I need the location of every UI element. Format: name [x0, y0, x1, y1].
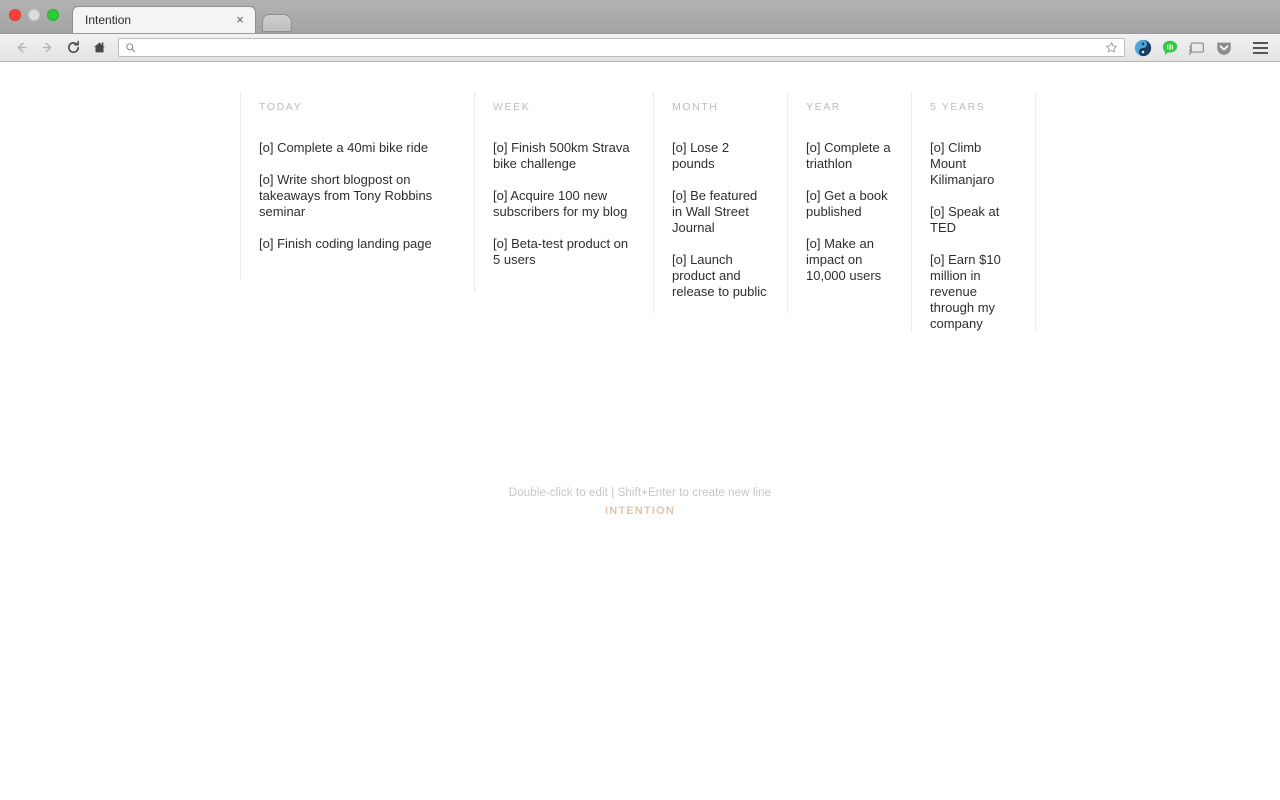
window-traffic-lights — [9, 9, 59, 21]
browser-window: Intention × TODAY [o] Complete a 40mi bi… — [0, 0, 1280, 800]
address-bar[interactable] — [118, 38, 1125, 57]
back-button[interactable] — [8, 36, 34, 60]
cast-icon[interactable] — [1187, 38, 1206, 57]
column-list-week: [o] Finish 500km Strava bike challenge [… — [493, 140, 635, 268]
column-list-year: [o] Complete a triathlon [o] Get a book … — [806, 140, 893, 284]
close-window-button[interactable] — [9, 9, 21, 21]
column-year: YEAR [o] Complete a triathlon [o] Get a … — [787, 92, 911, 314]
column-header-week: WEEK — [493, 101, 531, 113]
column-header-today: TODAY — [259, 101, 303, 113]
editing-hint: Double-click to edit | Shift+Enter to cr… — [508, 487, 772, 499]
column-today: TODAY [o] Complete a 40mi bike ride [o] … — [240, 92, 474, 280]
browser-menu-icon[interactable] — [1250, 41, 1270, 54]
list-item[interactable]: [o] Climb Mount Kilimanjaro — [930, 140, 1017, 188]
list-item[interactable]: [o] Get a book published — [806, 188, 893, 220]
bookmark-star-icon[interactable] — [1102, 41, 1120, 54]
list-item[interactable]: [o] Complete a 40mi bike ride — [259, 140, 456, 156]
yin-yang-extension-icon[interactable] — [1133, 38, 1152, 57]
list-item[interactable]: [o] Make an impact on 10,000 users — [806, 236, 893, 284]
zoom-window-button[interactable] — [47, 9, 59, 21]
reload-button[interactable] — [60, 36, 86, 60]
column-list-today: [o] Complete a 40mi bike ride [o] Write … — [259, 140, 456, 252]
list-item[interactable]: [o] Earn $10 million in revenue through … — [930, 252, 1017, 332]
list-item[interactable]: [o] Speak at TED — [930, 204, 1017, 236]
chat-bubble-extension-icon[interactable] — [1160, 38, 1179, 57]
column-header-year: YEAR — [806, 101, 841, 113]
browser-toolbar — [0, 34, 1280, 62]
list-item[interactable]: [o] Complete a triathlon — [806, 140, 893, 172]
list-item[interactable]: [o] Acquire 100 new subscribers for my b… — [493, 188, 635, 220]
column-list-five-years: [o] Climb Mount Kilimanjaro [o] Speak at… — [930, 140, 1017, 332]
column-five-years: 5 YEARS [o] Climb Mount Kilimanjaro [o] … — [911, 92, 1036, 332]
column-header-month: MONTH — [672, 101, 719, 113]
list-item[interactable]: [o] Finish coding landing page — [259, 236, 456, 252]
browser-tab[interactable]: Intention × — [72, 6, 256, 33]
minimize-window-button[interactable] — [28, 9, 40, 21]
tab-strip: Intention × — [0, 0, 1280, 34]
tab-close-icon[interactable]: × — [233, 13, 247, 27]
column-header-five-years: 5 YEARS — [930, 101, 986, 113]
pocket-icon[interactable] — [1214, 38, 1233, 57]
search-icon — [123, 42, 137, 53]
list-item[interactable]: [o] Beta-test product on 5 users — [493, 236, 635, 268]
list-item[interactable]: [o] Launch product and release to public — [672, 252, 769, 300]
page-footer: Double-click to edit | Shift+Enter to cr… — [0, 487, 1280, 517]
column-month: MONTH [o] Lose 2 pounds [o] Be featured … — [653, 92, 787, 314]
tab-title: Intention — [85, 13, 132, 27]
forward-button[interactable] — [34, 36, 60, 60]
new-tab-button[interactable] — [261, 14, 293, 32]
list-item[interactable]: [o] Lose 2 pounds — [672, 140, 769, 172]
column-list-month: [o] Lose 2 pounds [o] Be featured in Wal… — [672, 140, 769, 300]
app-brand-name: INTENTION — [604, 505, 676, 517]
list-item[interactable]: [o] Finish 500km Strava bike challenge — [493, 140, 635, 172]
column-week: WEEK [o] Finish 500km Strava bike challe… — [474, 92, 653, 292]
page-content: TODAY [o] Complete a 40mi bike ride [o] … — [0, 62, 1280, 800]
list-item[interactable]: [o] Be featured in Wall Street Journal — [672, 188, 769, 236]
extension-icons — [1133, 38, 1272, 57]
intention-board: TODAY [o] Complete a 40mi bike ride [o] … — [240, 92, 1036, 332]
url-input[interactable] — [137, 41, 1102, 54]
home-button[interactable] — [86, 36, 112, 60]
list-item[interactable]: [o] Write short blogpost on takeaways fr… — [259, 172, 456, 220]
